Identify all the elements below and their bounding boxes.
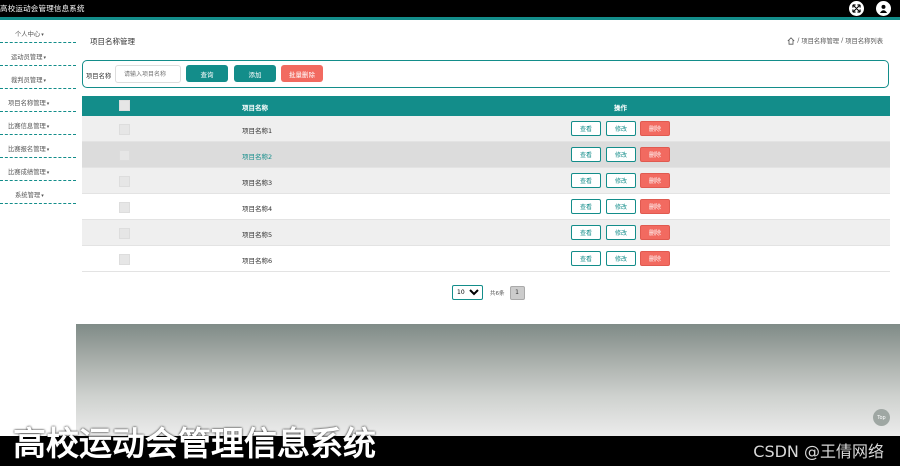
add-button[interactable]: 添加 [234,65,276,82]
table-row: 项目名称6 查看 修改 删除 [82,246,890,272]
chevron-down-icon: ▾ [43,55,46,61]
user-icon[interactable] [876,1,891,16]
table-row: 项目名称4 查看 修改 删除 [82,194,890,220]
table-header: 项目名称 操作 [82,96,890,116]
sidebar-item-label: 运动员管理 [11,54,43,61]
sidebar: 个人中心▾ 运动员管理▾ 裁判员管理▾ 项目名称管理▾ 比赛信息管理▾ 比赛报名… [0,20,76,324]
cell-name: 项目名称6 [242,257,273,265]
chevron-down-icon: ▾ [43,78,46,84]
page-title: 项目名称管理 [90,37,135,46]
edit-button[interactable]: 修改 [606,147,636,162]
lower-blank-area [0,324,76,436]
row-checkbox[interactable] [119,150,130,161]
row-checkbox[interactable] [119,202,130,213]
header-name: 项目名称 [242,104,268,112]
sidebar-item-label: 系统管理 [15,192,41,199]
pagination: 10 共6条 1 [452,285,525,300]
watermark: CSDN @王倩网络 [753,442,884,461]
row-checkbox[interactable] [119,176,130,187]
view-button[interactable]: 查看 [571,121,601,136]
sidebar-item-label: 比赛成绩管理 [8,169,46,176]
delete-button[interactable]: 删除 [640,225,670,240]
video-overlay-gradient [76,324,900,436]
chevron-down-icon: ▾ [46,170,50,176]
delete-button[interactable]: 删除 [640,121,670,136]
view-button[interactable]: 查看 [571,199,601,214]
table-row: 项目名称1 查看 修改 删除 [82,116,890,142]
sidebar-item-registration[interactable]: 比赛报名管理▾ [0,135,76,158]
sidebar-item-label: 裁判员管理 [11,77,43,84]
view-button[interactable]: 查看 [571,225,601,240]
select-all-checkbox[interactable] [119,100,130,111]
delete-button[interactable]: 删除 [640,251,670,266]
cell-name: 项目名称5 [242,231,273,239]
header-actions: 操作 [614,104,627,112]
breadcrumb-item: 项目名称列表 [845,38,883,45]
back-to-top-button[interactable]: Top [873,409,890,426]
row-checkbox[interactable] [119,124,130,135]
breadcrumb: / 项目名称管理 / 项目名称列表 [787,36,883,45]
cell-name: 项目名称1 [242,127,273,135]
sidebar-item-athletes[interactable]: 运动员管理▾ [0,43,76,66]
delete-button[interactable]: 删除 [640,199,670,214]
topbar: 高校运动会管理信息系统 [0,0,900,17]
sidebar-item-label: 比赛信息管理 [8,123,46,130]
search-input[interactable] [115,65,181,83]
search-bar: 项目名称 查询 添加 批量删除 [82,60,889,88]
chevron-down-icon: ▾ [46,147,50,153]
sidebar-item-label: 比赛报名管理 [8,146,46,153]
breadcrumb-item[interactable]: 项目名称管理 [801,36,839,45]
table-row: 项目名称3 查看 修改 删除 [82,168,890,194]
view-button[interactable]: 查看 [571,147,601,162]
edit-button[interactable]: 修改 [606,225,636,240]
chevron-down-icon: ▾ [46,101,50,107]
sidebar-item-referees[interactable]: 裁判员管理▾ [0,66,76,89]
sidebar-item-competition-info[interactable]: 比赛信息管理▾ [0,112,76,135]
edit-button[interactable]: 修改 [606,121,636,136]
chevron-down-icon: ▾ [46,124,50,130]
fullscreen-icon[interactable] [849,1,864,16]
batch-delete-button[interactable]: 批量删除 [281,65,323,82]
cell-name: 项目名称4 [242,205,273,213]
sidebar-item-events[interactable]: 项目名称管理▾ [0,89,76,112]
row-checkbox[interactable] [119,254,130,265]
page-number-button[interactable]: 1 [509,285,525,300]
page-size-select[interactable]: 10 [452,285,483,300]
sidebar-item-label: 项目名称管理 [8,100,46,107]
delete-button[interactable]: 删除 [640,173,670,188]
chevron-down-icon: ▾ [41,193,44,199]
row-checkbox[interactable] [119,228,130,239]
data-table: 项目名称 操作 项目名称1 查看 修改 删除 项目名称2 查看 修改 删除 项目… [82,96,890,272]
chevron-down-icon: ▾ [41,32,44,38]
sidebar-item-label: 个人中心 [15,31,41,38]
edit-button[interactable]: 修改 [606,173,636,188]
cell-name: 项目名称3 [242,179,273,187]
sidebar-item-personal-center[interactable]: 个人中心▾ [0,20,76,43]
table-row: 项目名称2 查看 修改 删除 [82,142,890,168]
home-icon[interactable] [787,36,795,45]
sidebar-item-results[interactable]: 比赛成绩管理▾ [0,158,76,181]
app-title: 高校运动会管理信息系统 [0,4,85,13]
view-button[interactable]: 查看 [571,173,601,188]
delete-button[interactable]: 删除 [640,147,670,162]
edit-button[interactable]: 修改 [606,251,636,266]
table-row: 项目名称5 查看 修改 删除 [82,220,890,246]
total-count: 共6条 [490,290,505,297]
main-content: 项目名称管理 / 项目名称管理 / 项目名称列表 项目名称 查询 添加 批量删除… [76,20,900,324]
video-caption: 高校运动会管理信息系统 [13,424,376,463]
search-label: 项目名称 [86,73,112,80]
view-button[interactable]: 查看 [571,251,601,266]
cell-name: 项目名称2 [242,153,273,161]
edit-button[interactable]: 修改 [606,199,636,214]
sidebar-item-system[interactable]: 系统管理▾ [0,181,76,204]
query-button[interactable]: 查询 [186,65,228,82]
